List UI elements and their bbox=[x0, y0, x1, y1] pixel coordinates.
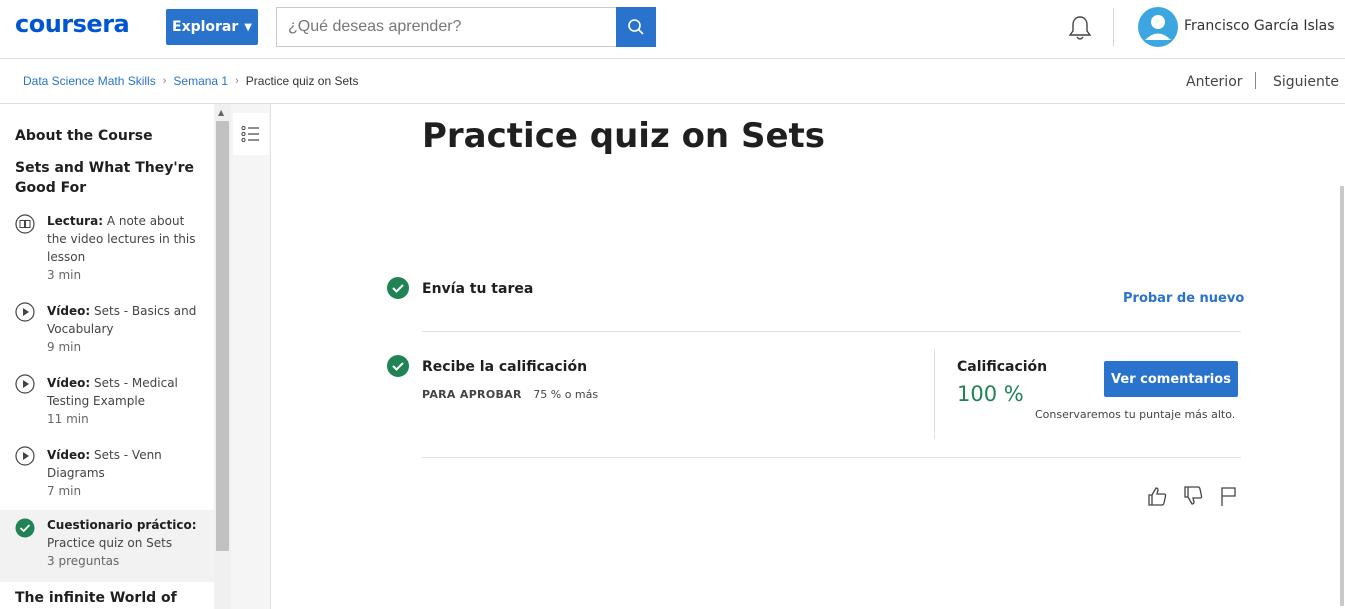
chevron-right-icon: › bbox=[235, 75, 239, 87]
sidebar-section-next[interactable]: The infinite World of bbox=[15, 588, 177, 608]
sidebar-item-video-basics[interactable]: Vídeo: Sets - Basics and Vocabulary 9 mi… bbox=[0, 302, 214, 360]
page-title: Practice quiz on Sets bbox=[422, 116, 826, 156]
breadcrumb-current: Practice quiz on Sets bbox=[245, 74, 359, 88]
grade-label: Calificación bbox=[957, 359, 1048, 375]
highest-score-note: Conservaremos tu puntaje más alto. bbox=[1035, 408, 1236, 421]
divider bbox=[422, 457, 1241, 458]
vertical-divider bbox=[934, 349, 935, 439]
next-link[interactable]: Siguiente bbox=[1273, 74, 1339, 90]
breadcrumb: Data Science Math Skills › Semana 1 › Pr… bbox=[23, 74, 359, 88]
sidebar-item-text: Lectura: A note about the video lectures… bbox=[47, 212, 207, 284]
course-sidebar: About the Course Sets and What They're G… bbox=[0, 104, 214, 609]
item-duration: 3 preguntas bbox=[47, 554, 120, 568]
previous-link[interactable]: Anterior bbox=[1186, 74, 1243, 90]
reading-icon bbox=[15, 214, 35, 234]
divider bbox=[422, 331, 1241, 332]
outline-toggle-button[interactable] bbox=[233, 113, 269, 155]
scroll-up-icon[interactable]: ▲ bbox=[218, 108, 224, 117]
view-feedback-button[interactable]: Ver comentarios bbox=[1104, 361, 1238, 397]
search-icon bbox=[628, 19, 644, 35]
item-type: Vídeo: bbox=[47, 448, 91, 462]
item-duration: 3 min bbox=[47, 268, 82, 282]
play-icon bbox=[15, 302, 35, 322]
user-name[interactable]: Francisco García Islas bbox=[1184, 18, 1335, 34]
play-icon bbox=[15, 446, 35, 466]
submit-step-label: Envía tu tarea bbox=[422, 281, 534, 297]
sidebar-item-text: Vídeo: Sets - Venn Diagrams 7 min bbox=[47, 446, 207, 500]
header-divider bbox=[1113, 8, 1114, 46]
check-icon bbox=[15, 518, 35, 538]
pass-label: PARA APROBAR bbox=[422, 388, 522, 401]
outline-column-bg bbox=[231, 104, 270, 609]
item-duration: 9 min bbox=[47, 340, 82, 354]
item-duration: 7 min bbox=[47, 484, 82, 498]
grade-step-label: Recibe la calificación bbox=[422, 359, 588, 375]
breadcrumb-bar: Data Science Math Skills › Semana 1 › Pr… bbox=[0, 59, 1345, 104]
breadcrumb-week-link[interactable]: Semana 1 bbox=[173, 74, 228, 88]
thumbs-down-icon[interactable] bbox=[1182, 485, 1204, 507]
sidebar-item-practice-quiz[interactable]: Cuestionario práctico: Practice quiz on … bbox=[0, 510, 214, 582]
breadcrumb-course-link[interactable]: Data Science Math Skills bbox=[23, 74, 156, 88]
play-icon bbox=[15, 374, 35, 394]
sidebar-item-video-venn[interactable]: Vídeo: Sets - Venn Diagrams 7 min bbox=[0, 446, 214, 504]
flag-icon[interactable] bbox=[1218, 485, 1240, 507]
notification-bell-icon[interactable] bbox=[1067, 14, 1093, 42]
scrollbar-thumb[interactable] bbox=[1340, 186, 1344, 606]
explore-button[interactable]: Explorar ▼ bbox=[166, 9, 258, 45]
search-input[interactable]: ¿Qué deseas aprender? bbox=[276, 7, 616, 47]
search-button[interactable] bbox=[616, 7, 656, 47]
search-placeholder: ¿Qué deseas aprender? bbox=[288, 18, 462, 35]
explore-label: Explorar bbox=[172, 19, 239, 35]
top-navigation-bar: coursera Explorar ▼ ¿Qué deseas aprender… bbox=[0, 0, 1345, 59]
chevron-right-icon: › bbox=[162, 75, 167, 87]
check-icon bbox=[387, 277, 409, 299]
item-type: Vídeo: bbox=[47, 376, 91, 390]
sidebar-section-sets[interactable]: Sets and What They're Good For bbox=[15, 158, 205, 198]
sidebar-item-text: Cuestionario práctico: Practice quiz on … bbox=[47, 516, 207, 570]
sidebar-item-text: Vídeo: Sets - Medical Testing Example 11… bbox=[47, 374, 207, 428]
avatar[interactable] bbox=[1138, 7, 1178, 47]
retry-link[interactable]: Probar de nuevo bbox=[1123, 291, 1244, 306]
sidebar-scrollbar[interactable]: ▲ bbox=[214, 104, 231, 609]
passing-requirement: PARA APROBAR 75 % o más bbox=[422, 388, 598, 401]
sidebar-section-about[interactable]: About the Course bbox=[15, 126, 153, 146]
list-icon bbox=[241, 125, 259, 143]
chevron-down-icon[interactable]: ⌄ bbox=[1327, 18, 1336, 31]
item-type: Vídeo: bbox=[47, 304, 91, 318]
chevron-down-icon: ▼ bbox=[244, 21, 252, 33]
check-icon bbox=[387, 355, 409, 377]
pass-value: 75 % o más bbox=[533, 388, 599, 401]
item-duration: 11 min bbox=[47, 412, 89, 426]
item-type: Lectura: bbox=[47, 214, 103, 228]
user-icon bbox=[1145, 15, 1171, 40]
thumbs-up-icon[interactable] bbox=[1146, 485, 1168, 507]
item-type: Cuestionario práctico: bbox=[47, 518, 197, 532]
item-title: Practice quiz on Sets bbox=[47, 536, 173, 550]
sidebar-item-text: Vídeo: Sets - Basics and Vocabulary 9 mi… bbox=[47, 302, 207, 356]
sidebar-item-video-medical[interactable]: Vídeo: Sets - Medical Testing Example 11… bbox=[0, 374, 214, 432]
nav-divider bbox=[1255, 72, 1256, 89]
main-scrollbar[interactable] bbox=[1337, 104, 1345, 609]
outline-column bbox=[231, 104, 271, 609]
sidebar-item-reading[interactable]: Lectura: A note about the video lectures… bbox=[0, 212, 214, 288]
grade-value: 100 % bbox=[957, 382, 1024, 406]
scrollbar-thumb[interactable] bbox=[216, 121, 229, 551]
coursera-logo[interactable]: coursera bbox=[15, 10, 130, 38]
